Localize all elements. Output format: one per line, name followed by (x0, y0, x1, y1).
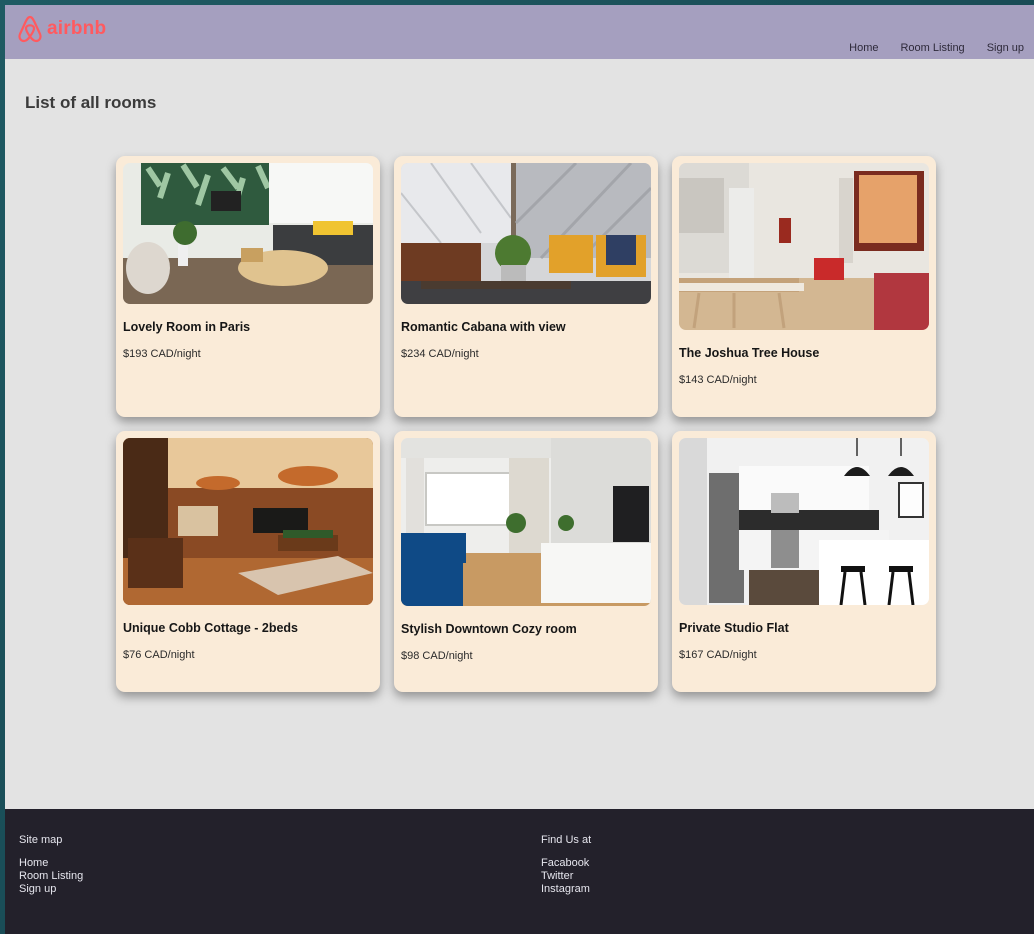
nav-sign-up-link[interactable]: Sign up (987, 42, 1024, 54)
living-room-photo-icon[interactable] (123, 163, 373, 304)
footer-sitemap: Site map Home Room Listing Sign up (19, 834, 83, 896)
footer-instagram-link[interactable]: Instagram (541, 883, 591, 896)
footer-room-listing-link[interactable]: Room Listing (19, 870, 83, 883)
room-card[interactable]: Private Studio Flat $167 CAD/night (672, 431, 936, 692)
kitchen-living-photo-icon[interactable] (679, 163, 929, 330)
page: airbnb Home Room Listing Sign up List of… (5, 5, 1034, 934)
room-price: $234 CAD/night (401, 348, 479, 360)
brand-name: airbnb (47, 18, 107, 39)
billiard-room-photo-icon[interactable] (123, 438, 373, 605)
room-price: $143 CAD/night (679, 374, 757, 386)
footer: Site map Home Room Listing Sign up Find … (5, 809, 1034, 934)
modern-living-photo-icon[interactable] (401, 438, 651, 606)
room-card[interactable]: Lovely Room in Paris $193 CAD/night (116, 156, 380, 417)
footer-twitter-link[interactable]: Twitter (541, 870, 591, 883)
room-title[interactable]: Stylish Downtown Cozy room (401, 622, 651, 636)
footer-facebook-link[interactable]: Facabook (541, 857, 591, 870)
room-title[interactable]: Unique Cobb Cottage - 2beds (123, 621, 373, 635)
room-price: $193 CAD/night (123, 348, 201, 360)
room-title[interactable]: Lovely Room in Paris (123, 320, 373, 334)
room-title[interactable]: Private Studio Flat (679, 621, 929, 635)
airbnb-logo-icon (18, 15, 42, 43)
footer-home-link[interactable]: Home (19, 857, 83, 870)
room-card[interactable]: Stylish Downtown Cozy room $98 CAD/night (394, 431, 658, 692)
room-card[interactable]: The Joshua Tree House $143 CAD/night (672, 156, 936, 417)
page-title: List of all rooms (25, 93, 157, 112)
room-card[interactable]: Unique Cobb Cottage - 2beds $76 CAD/nigh… (116, 431, 380, 692)
brand-logo[interactable]: airbnb (17, 15, 106, 43)
room-grid: Lovely Room in Paris $193 CAD/night Roma… (116, 156, 936, 692)
main-nav: Home Room Listing Sign up (849, 42, 1024, 54)
room-price: $167 CAD/night (679, 649, 757, 661)
nav-home-link[interactable]: Home (849, 42, 878, 54)
footer-sign-up-link[interactable]: Sign up (19, 883, 83, 896)
nav-room-listing-link[interactable]: Room Listing (900, 42, 964, 54)
room-price: $98 CAD/night (401, 650, 473, 662)
room-price: $76 CAD/night (123, 649, 195, 661)
footer-findus-heading: Find Us at (541, 834, 592, 846)
footer-findus: Find Us at Facabook Twitter Instagram (541, 834, 591, 896)
lounge-photo-icon[interactable] (401, 163, 651, 304)
room-card[interactable]: Romantic Cabana with view $234 CAD/night (394, 156, 658, 417)
room-title[interactable]: The Joshua Tree House (679, 346, 929, 360)
studio-kitchen-photo-icon[interactable] (679, 438, 929, 605)
room-title[interactable]: Romantic Cabana with view (401, 320, 651, 334)
top-navbar: airbnb Home Room Listing Sign up (5, 5, 1034, 59)
footer-sitemap-heading: Site map (19, 834, 63, 846)
